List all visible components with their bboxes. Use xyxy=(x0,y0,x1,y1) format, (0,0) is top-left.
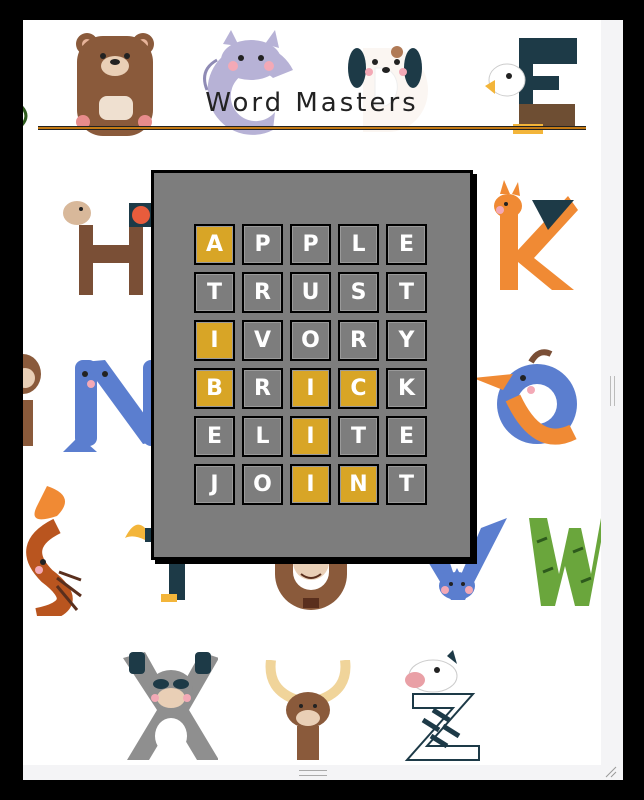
letter-tile: C xyxy=(338,368,379,409)
letter-tile: Y xyxy=(386,320,427,361)
cat-letter-c-illustration xyxy=(203,30,293,135)
letter-tile: K xyxy=(386,368,427,409)
bottom-grip-icon[interactable] xyxy=(299,770,327,776)
letter-tile: J xyxy=(194,464,235,505)
snake-letter-w-illustration xyxy=(529,518,601,606)
letter-tile: T xyxy=(338,416,379,457)
guess-row-5: ELITE xyxy=(194,416,427,457)
letter-tile: B xyxy=(194,368,235,409)
guess-row-2: TRUST xyxy=(194,272,427,313)
bear-letter-b-illustration xyxy=(76,33,154,136)
letter-tile: R xyxy=(242,272,283,313)
page-title: Word Masters xyxy=(205,88,419,118)
guess-row-6: JOINT xyxy=(194,464,427,505)
game-board: APPLE TRUST IVORY BRICK ELITE JOINT xyxy=(151,170,473,560)
letter-tile: E xyxy=(386,224,427,265)
guess-row-4: BRICK xyxy=(194,368,427,409)
letter-tile: O xyxy=(242,464,283,505)
guess-row-1: APPLE xyxy=(194,224,427,265)
letter-tile: A xyxy=(194,224,235,265)
letter-tile: S xyxy=(338,272,379,313)
zebra-letter-z-illustration xyxy=(404,650,480,761)
letter-tile: T xyxy=(194,272,235,313)
letter-tile: U xyxy=(290,272,331,313)
yak-letter-y-illustration xyxy=(265,660,351,760)
letter-tile: R xyxy=(338,320,379,361)
letter-tile: T xyxy=(386,272,427,313)
page-viewport: Word Masters APPLE TRUST IVORY BRICK ELI… xyxy=(23,20,601,765)
bird-letter-q-illustration xyxy=(473,349,577,445)
letter-tile: N xyxy=(338,464,379,505)
monkey-letter-i-partial-illustration xyxy=(23,354,41,446)
letter-tile: P xyxy=(242,224,283,265)
letter-tile: I xyxy=(290,464,331,505)
scrollbar-grip-icon[interactable] xyxy=(610,376,615,406)
letter-tile: L xyxy=(338,224,379,265)
letter-tile: O xyxy=(290,320,331,361)
letter-tile: E xyxy=(386,416,427,457)
kangaroo-letter-k-illustration xyxy=(494,180,578,290)
letter-tile: R xyxy=(242,368,283,409)
racoon-letter-x-illustration xyxy=(123,652,218,760)
letter-tile: E xyxy=(194,416,235,457)
letter-tile: P xyxy=(290,224,331,265)
letter-tile: V xyxy=(242,320,283,361)
letter-tile: I xyxy=(290,368,331,409)
letter-tile: I xyxy=(290,416,331,457)
eagle-letter-e-illustration xyxy=(485,38,577,134)
title-underline xyxy=(38,126,586,130)
letter-tile: I xyxy=(194,320,235,361)
letter-tile: T xyxy=(386,464,427,505)
letter-tile: L xyxy=(242,416,283,457)
guess-row-3: IVORY xyxy=(194,320,427,361)
resize-corner-icon[interactable] xyxy=(604,766,618,778)
squirrel-letter-s-illustration xyxy=(26,486,82,616)
